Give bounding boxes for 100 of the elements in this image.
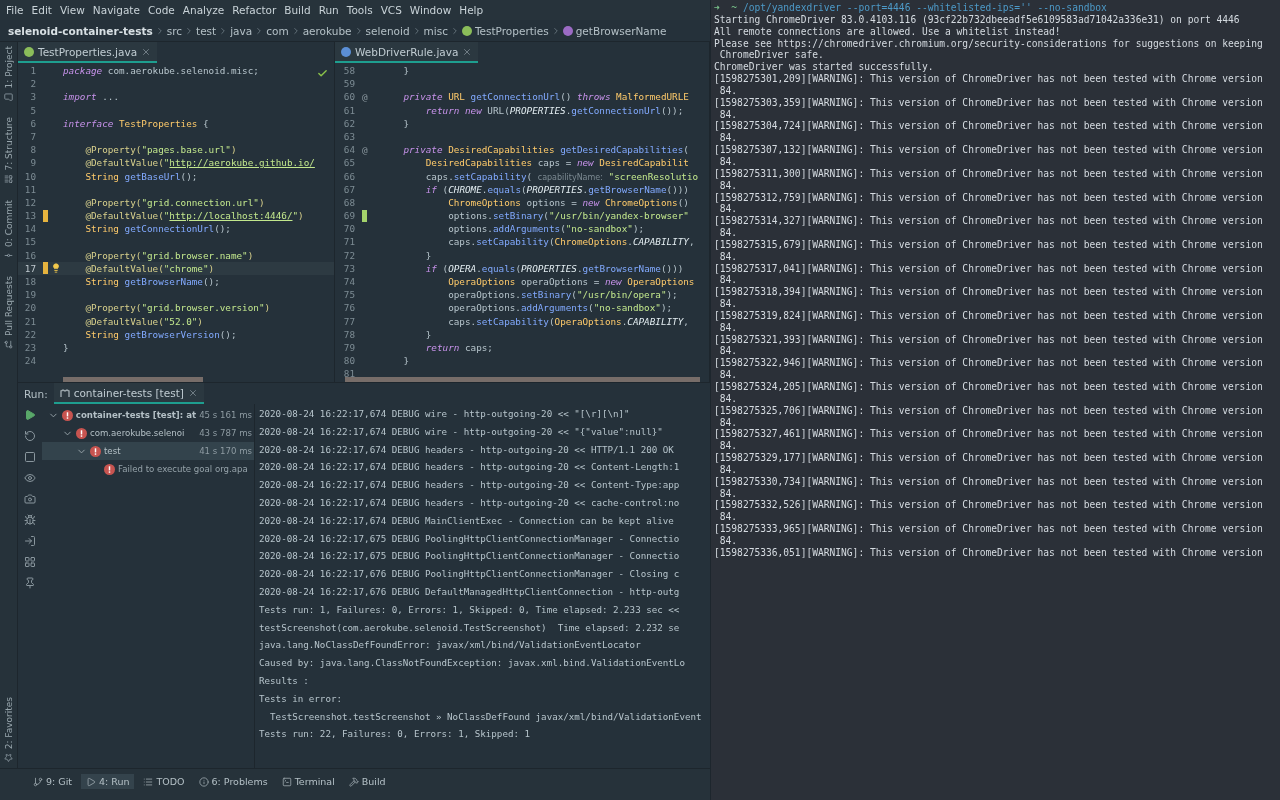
terminal-line: [1598275315,679][WARNING]: This version of ChromeDriver has not been tested with Chrome version bbox=[714, 238, 1264, 251]
terminal-line: 84. bbox=[718, 179, 739, 192]
code-line: package com.aerokube.selenoid.misc; bbox=[63, 64, 259, 78]
test-tree-item[interactable]: test 41 s 170 ms bbox=[42, 442, 254, 460]
close-icon[interactable] bbox=[462, 46, 473, 57]
breadcrumb-item[interactable]: java bbox=[230, 24, 253, 37]
test-tree-item[interactable]: container-tests [test]: at 45 s 161 ms bbox=[42, 406, 254, 424]
terminal-line: [1598275322,946][WARNING]: This version of ChromeDriver has not been tested with Chrome version bbox=[714, 357, 1264, 370]
breadcrumb-item[interactable]: src bbox=[166, 24, 182, 37]
tool-window-button[interactable]: 6: Problems bbox=[193, 774, 273, 789]
code-line: @DefaultValue("52.0") bbox=[84, 314, 203, 328]
log-line: 2020-08-24 16:22:17,674 DEBUG headers - http-outgoing-20 << cache-control:no bbox=[259, 496, 681, 510]
exit-icon[interactable] bbox=[24, 535, 36, 547]
breadcrumb-item[interactable]: aerokube bbox=[302, 24, 352, 37]
editor-tab[interactable]: WebDriverRule.java bbox=[335, 42, 479, 63]
rerun-icon[interactable] bbox=[24, 430, 36, 442]
terminal-line: 84. bbox=[718, 132, 739, 145]
tool-window-button[interactable]: Terminal bbox=[276, 774, 340, 789]
terminal-line: [1598275330,734][WARNING]: This version of ChromeDriver has not been tested with Chrome version bbox=[714, 475, 1264, 488]
scrollbar[interactable] bbox=[63, 377, 203, 382]
code-line: if (CHROME.equals(PROPERTIES.getBrowserName())) bbox=[424, 182, 689, 196]
breadcrumb-item[interactable]: getBrowserName bbox=[562, 24, 667, 37]
change-marker[interactable] bbox=[43, 262, 48, 275]
test-tree-item[interactable]: Failed to execute goal org.apa bbox=[42, 460, 254, 478]
line-number: 16 bbox=[23, 248, 37, 262]
code-line: } bbox=[402, 354, 409, 368]
line-number: 24 bbox=[23, 354, 37, 368]
log-line: TestScreenshot.testScreenshot » NoClassDefFound javax/xml/bind/ValidationEvent bbox=[269, 709, 703, 724]
menu-item[interactable]: Refactor bbox=[228, 4, 281, 16]
terminal-line: [1598275303,359][WARNING]: This version of ChromeDriver has not been tested with Chrome version bbox=[714, 96, 1264, 109]
tool-window-button[interactable]: 1: Project bbox=[3, 46, 14, 102]
terminal-line: 84. bbox=[718, 203, 739, 216]
tool-window-button[interactable]: Build bbox=[343, 774, 391, 789]
line-number: 8 bbox=[29, 143, 37, 157]
terminal-line: 84. bbox=[718, 534, 739, 547]
tool-window-button[interactable]: 7: Structure bbox=[3, 117, 14, 184]
layout-icon[interactable] bbox=[24, 556, 36, 568]
camera-icon[interactable] bbox=[24, 493, 36, 505]
breadcrumb-item[interactable]: TestProperties bbox=[461, 24, 549, 37]
run-tab[interactable]: container-tests [test] bbox=[53, 383, 204, 404]
tool-window-button[interactable]: 4: Run bbox=[81, 774, 135, 789]
terminal-line: [1598275311,300][WARNING]: This version of ChromeDriver has not been tested with Chrome version bbox=[714, 167, 1264, 180]
code-line: caps.setCapability( capabilityName: "screenResolutio bbox=[424, 169, 699, 183]
menu-item[interactable]: Navigate bbox=[88, 4, 144, 16]
check-icon[interactable] bbox=[317, 68, 328, 79]
list-icon bbox=[143, 776, 154, 787]
change-marker[interactable] bbox=[43, 209, 48, 222]
menu-item[interactable]: Window bbox=[405, 4, 456, 16]
menu-item[interactable]: Build bbox=[280, 4, 315, 16]
terminal-line: 84. bbox=[718, 487, 739, 500]
bug-icon[interactable] bbox=[24, 514, 36, 526]
pin-icon[interactable] bbox=[24, 577, 36, 589]
terminal-line: All remote connections are allowed. Use a whitelist instead! bbox=[714, 25, 1062, 38]
test-duration: 41 s 170 ms bbox=[199, 446, 253, 456]
terminal-line: [1598275304,724][WARNING]: This version of ChromeDriver has not been tested with Chrome version bbox=[714, 120, 1264, 133]
menu-item[interactable]: Run bbox=[314, 4, 343, 16]
code-line: } bbox=[402, 64, 409, 78]
menu-item[interactable]: View bbox=[55, 4, 89, 16]
menu-item[interactable]: Analyze bbox=[178, 4, 229, 16]
file-icon bbox=[341, 46, 351, 57]
run-icon[interactable] bbox=[24, 409, 36, 421]
stop-icon[interactable] bbox=[24, 451, 36, 463]
code-line: operaOptions.setBinary("/usr/bin/opera"); bbox=[447, 288, 678, 302]
scrollbar[interactable] bbox=[345, 377, 700, 382]
line-number: 3 bbox=[29, 90, 37, 104]
line-number: 5 bbox=[29, 103, 37, 117]
tool-window-button[interactable]: 9: Git bbox=[28, 774, 77, 789]
line-number: 74 bbox=[342, 275, 356, 289]
tool-window-button[interactable]: Pull Requests bbox=[3, 275, 14, 349]
menu-item[interactable]: Edit bbox=[27, 4, 56, 16]
tool-window-button[interactable]: TODO bbox=[138, 774, 190, 789]
log-line: Results : bbox=[259, 673, 310, 688]
breadcrumb-item[interactable]: misc bbox=[423, 24, 448, 37]
change-marker[interactable] bbox=[362, 209, 367, 222]
terminal-line: 84. bbox=[718, 345, 739, 358]
branch-icon bbox=[33, 776, 43, 787]
breadcrumb-item[interactable]: test bbox=[196, 24, 217, 37]
terminal-line: Please see https://chromedriver.chromium.org/security-considerations for suggestions on keeping bbox=[714, 37, 1264, 50]
test-tree-item[interactable]: com.aerokube.selenoi 43 s 787 ms bbox=[42, 424, 254, 442]
menu-item[interactable]: Help bbox=[455, 4, 488, 16]
breadcrumb-item[interactable]: com bbox=[266, 24, 289, 37]
tool-window-button[interactable]: 0: Commit bbox=[3, 199, 14, 260]
close-icon[interactable] bbox=[187, 387, 198, 398]
breadcrumb-item[interactable]: selenoid bbox=[365, 24, 410, 37]
log-line: 2020-08-24 16:22:17,676 DEBUG DefaultManagedHttpClientConnection - http-outg bbox=[259, 584, 681, 599]
line-number: 80 bbox=[342, 354, 356, 368]
breadcrumb-item[interactable]: selenoid-container-tests bbox=[8, 24, 153, 37]
gutter-mark[interactable]: @ bbox=[362, 143, 368, 157]
close-icon[interactable] bbox=[141, 46, 152, 57]
tool-window-button[interactable]: 2: Favorites bbox=[3, 696, 14, 762]
lightbulb-icon[interactable] bbox=[51, 263, 61, 274]
editor-tab[interactable]: TestProperties.java bbox=[18, 42, 158, 63]
line-number: 77 bbox=[342, 314, 356, 328]
eye-icon[interactable] bbox=[24, 472, 36, 484]
menu-item[interactable]: File bbox=[2, 4, 28, 16]
terminal-line: [1598275332,526][WARNING]: This version of ChromeDriver has not been tested with Chrome version bbox=[714, 499, 1264, 512]
menu-item[interactable]: Tools bbox=[342, 4, 377, 16]
gutter-mark[interactable]: @ bbox=[362, 90, 368, 104]
menu-item[interactable]: Code bbox=[143, 4, 179, 16]
menu-item[interactable]: VCS bbox=[376, 4, 406, 16]
